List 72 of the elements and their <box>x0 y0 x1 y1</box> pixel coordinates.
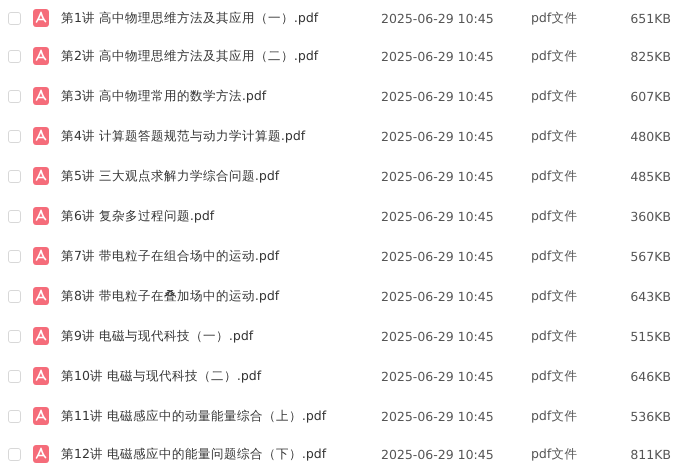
pdf-file-icon <box>33 207 49 225</box>
file-name[interactable]: 第6讲 复杂多过程问题.pdf <box>61 208 381 224</box>
file-type: pdf文件 <box>531 368 578 384</box>
modified-date: 2025-06-29 10:45 <box>381 408 495 424</box>
file-name[interactable]: 第11讲 电磁感应中的动量能量综合（上）.pdf <box>61 408 381 424</box>
file-type: pdf文件 <box>531 208 578 224</box>
file-type: pdf文件 <box>531 408 578 424</box>
file-size: 651KB <box>629 10 671 26</box>
file-size: 485KB <box>629 168 671 184</box>
modified-date: 2025-06-29 10:45 <box>381 168 495 184</box>
file-type: pdf文件 <box>531 88 578 104</box>
checkbox[interactable] <box>8 90 21 102</box>
checkbox[interactable] <box>8 290 21 302</box>
checkbox[interactable] <box>8 250 21 262</box>
checkbox[interactable] <box>8 448 21 460</box>
file-size: 536KB <box>629 408 671 424</box>
file-name[interactable]: 第2讲 高中物理思维方法及其应用（二）.pdf <box>61 48 381 64</box>
file-type: pdf文件 <box>531 288 578 304</box>
file-type: pdf文件 <box>531 446 578 462</box>
file-name[interactable]: 第10讲 电磁与现代科技（二）.pdf <box>61 368 381 384</box>
modified-date: 2025-06-29 10:45 <box>381 128 495 144</box>
checkbox[interactable] <box>8 370 21 382</box>
file-type: pdf文件 <box>531 48 578 64</box>
file-name[interactable]: 第4讲 计算题答题规范与动力学计算题.pdf <box>61 128 381 144</box>
pdf-file-icon <box>33 9 49 27</box>
file-size: 607KB <box>629 88 671 104</box>
checkbox[interactable] <box>8 50 21 62</box>
pdf-file-icon <box>33 287 49 305</box>
pdf-file-icon <box>33 87 49 105</box>
modified-date: 2025-06-29 10:45 <box>381 10 495 26</box>
pdf-file-icon <box>33 445 49 463</box>
file-type: pdf文件 <box>531 328 578 344</box>
modified-date: 2025-06-29 10:45 <box>381 368 495 384</box>
pdf-file-icon <box>33 167 49 185</box>
pdf-file-icon <box>33 327 49 345</box>
modified-date: 2025-06-29 10:45 <box>381 328 495 344</box>
checkbox[interactable] <box>8 170 21 182</box>
file-size: 480KB <box>629 128 671 144</box>
file-type: pdf文件 <box>531 128 578 144</box>
file-size: 646KB <box>629 368 671 384</box>
file-size: 825KB <box>629 48 671 64</box>
modified-date: 2025-06-29 10:45 <box>381 248 495 264</box>
file-name[interactable]: 第1讲 高中物理思维方法及其应用（一）.pdf <box>61 10 381 26</box>
file-name[interactable]: 第7讲 带电粒子在组合场中的运动.pdf <box>61 248 381 264</box>
pdf-file-icon <box>33 127 49 145</box>
file-type: pdf文件 <box>531 168 578 184</box>
checkbox[interactable] <box>8 130 21 142</box>
pdf-file-icon <box>33 407 49 425</box>
modified-date: 2025-06-29 10:45 <box>381 208 495 224</box>
file-type: pdf文件 <box>531 248 578 264</box>
checkbox[interactable] <box>8 210 21 222</box>
file-size: 643KB <box>629 288 671 304</box>
file-name[interactable]: 第5讲 三大观点求解力学综合问题.pdf <box>61 168 381 184</box>
file-name[interactable]: 第12讲 电磁感应中的能量问题综合（下）.pdf <box>61 446 381 462</box>
pdf-file-icon <box>33 247 49 265</box>
file-name[interactable]: 第9讲 电磁与现代科技（一）.pdf <box>61 328 381 344</box>
file-size: 811KB <box>629 446 671 462</box>
file-size: 567KB <box>629 248 671 264</box>
checkbox[interactable] <box>8 410 21 422</box>
file-name[interactable]: 第3讲 高中物理常用的数学方法.pdf <box>61 88 381 104</box>
file-size: 360KB <box>629 208 671 224</box>
modified-date: 2025-06-29 10:45 <box>381 48 495 64</box>
modified-date: 2025-06-29 10:45 <box>381 288 495 304</box>
file-size: 515KB <box>629 328 671 344</box>
checkbox[interactable] <box>8 330 21 342</box>
checkbox[interactable] <box>8 12 21 24</box>
modified-date: 2025-06-29 10:45 <box>381 88 495 104</box>
file-name[interactable]: 第8讲 带电粒子在叠加场中的运动.pdf <box>61 288 381 304</box>
pdf-file-icon <box>33 47 49 65</box>
file-type: pdf文件 <box>531 10 578 26</box>
modified-date: 2025-06-29 10:45 <box>381 446 495 462</box>
pdf-file-icon <box>33 367 49 385</box>
